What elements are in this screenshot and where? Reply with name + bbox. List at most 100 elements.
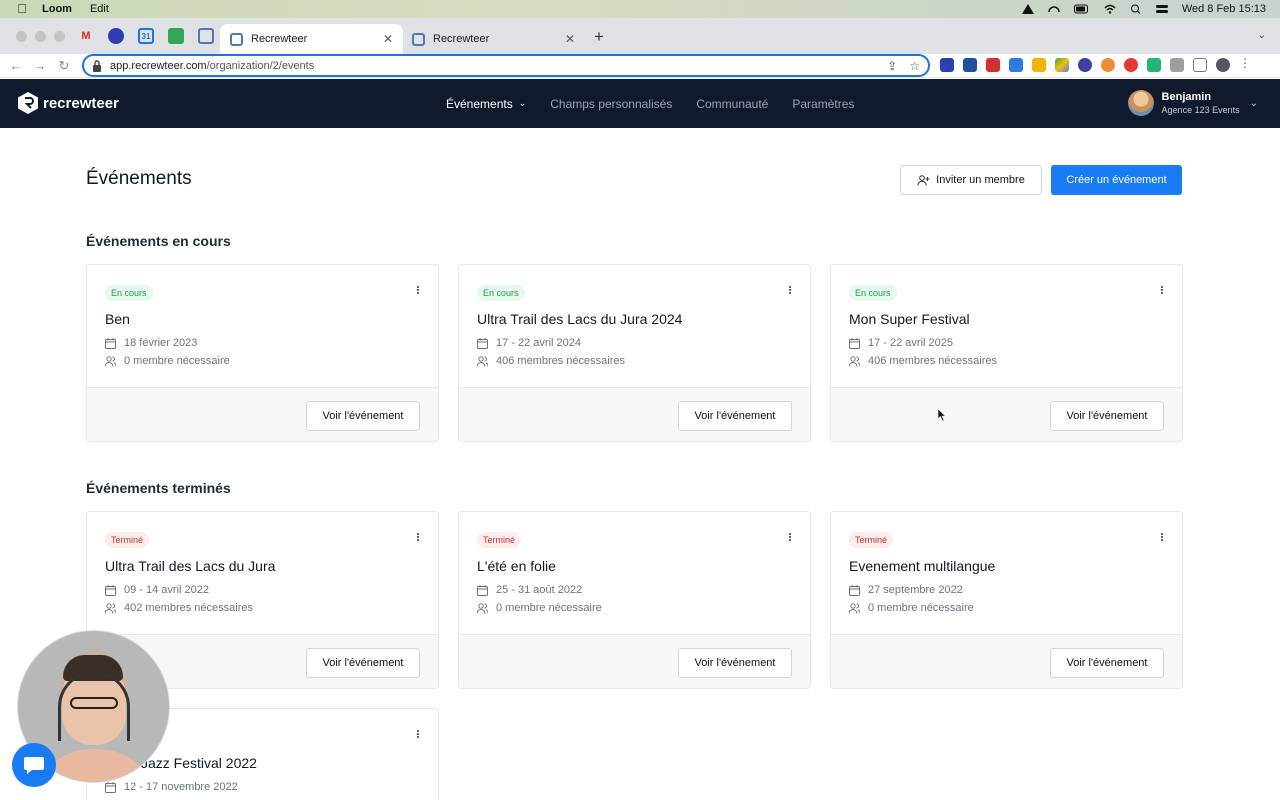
new-tab-button[interactable]: +	[594, 28, 604, 45]
event-members: 0 membre nécessaire	[849, 602, 974, 614]
event-members-text: 0 membre nécessaire	[868, 602, 974, 614]
menubar-edit[interactable]: Edit	[90, 3, 109, 15]
battery-icon[interactable]	[1073, 4, 1090, 14]
profile-avatar-icon[interactable]	[1216, 58, 1230, 72]
view-event-button[interactable]: Voir l'événement	[1050, 648, 1164, 678]
menubar-clock[interactable]: Wed 8 Feb 15:13	[1182, 3, 1266, 15]
close-tab-icon[interactable]: ✕	[565, 32, 575, 46]
more-options-icon[interactable]	[1160, 532, 1164, 542]
ongoing-events-heading: Événements en cours	[86, 233, 231, 249]
nav-custom-fields[interactable]: Champs personnalisés	[550, 97, 672, 111]
pinned-globe-icon[interactable]	[108, 28, 124, 44]
reload-icon[interactable]: ↻	[52, 58, 76, 74]
recrewteer-favicon	[230, 32, 243, 46]
menubar-app-name[interactable]: Loom	[42, 3, 72, 15]
view-event-button[interactable]: Voir l'événement	[678, 401, 792, 431]
bookmark-star-icon[interactable]: ☆	[909, 59, 920, 73]
app-header: recrewteer Événements ⌄ Champs personnali…	[0, 79, 1280, 128]
status-badge: Terminé	[105, 532, 150, 548]
event-dates: 12 - 17 novembre 2022	[105, 781, 238, 793]
chat-support-button[interactable]	[12, 743, 56, 787]
search-icon[interactable]	[1130, 4, 1142, 14]
minimize-window-button[interactable]	[35, 31, 46, 42]
tab-search-chevron-icon[interactable]: ⌄	[1258, 30, 1266, 41]
forward-icon[interactable]: →	[28, 58, 52, 73]
meet-icon[interactable]	[168, 28, 184, 44]
event-dates: 09 - 14 avril 2022	[105, 584, 209, 596]
event-name: Jazz Festival 2022	[141, 755, 257, 771]
more-options-icon[interactable]	[1160, 285, 1164, 295]
nav-community[interactable]: Communauté	[696, 97, 768, 111]
tab-recrewteer[interactable]: Recrewteer ✕	[402, 24, 585, 54]
more-options-icon[interactable]	[416, 729, 420, 739]
share-icon[interactable]: ⇪	[887, 59, 897, 73]
url-path: /organization/2/events	[206, 59, 315, 72]
extensions-puzzle-icon[interactable]	[1170, 58, 1184, 72]
side-panel-icon[interactable]	[1193, 58, 1207, 72]
extension-icon[interactable]	[986, 58, 1000, 72]
tab-recrewteer-active[interactable]: Recrewteer ✕	[220, 24, 403, 54]
event-members: 406 membres nécessaires	[477, 355, 625, 367]
view-event-button[interactable]: Voir l'événement	[306, 648, 420, 678]
gmail-icon[interactable]: M	[78, 28, 94, 44]
users-icon	[849, 355, 860, 367]
view-event-button[interactable]: Voir l'événement	[306, 401, 420, 431]
nav-events[interactable]: Événements ⌄	[446, 97, 526, 111]
more-options-icon[interactable]	[788, 532, 792, 542]
pinned-tabs: M 31	[78, 28, 214, 44]
view-event-button[interactable]: Voir l'événement	[678, 648, 792, 678]
more-options-icon[interactable]	[788, 285, 792, 295]
user-menu[interactable]: Benjamin Agence 123 Events ⌄	[1127, 90, 1258, 116]
event-dates-text: 27 septembre 2022	[868, 584, 963, 596]
close-window-button[interactable]	[16, 31, 27, 42]
extension-icon[interactable]	[963, 58, 977, 72]
wifi-icon[interactable]	[1104, 4, 1116, 14]
extension-icon[interactable]	[1032, 58, 1046, 72]
calendar-icon[interactable]: 31	[138, 28, 154, 44]
event-name: Ultra Trail des Lacs du Jura	[105, 558, 276, 574]
brand-name: recrewteer	[43, 94, 119, 112]
calendar-icon	[477, 337, 488, 349]
invite-member-button[interactable]: Inviter un membre	[900, 165, 1042, 195]
create-event-button[interactable]: Créer un événement	[1051, 165, 1182, 195]
more-options-icon[interactable]	[416, 285, 420, 295]
event-dates-text: 17 - 22 avril 2024	[496, 337, 581, 349]
recrewteer-pinned-icon[interactable]	[198, 28, 214, 44]
url-host: app.recrewteer.com	[110, 59, 207, 72]
drive-extension-icon[interactable]	[1055, 58, 1069, 72]
page-title: Événements	[86, 168, 192, 189]
more-options-icon[interactable]	[416, 532, 420, 542]
extension-icon[interactable]	[1124, 58, 1138, 72]
extension-icon[interactable]	[1009, 58, 1023, 72]
close-tab-icon[interactable]: ✕	[383, 32, 393, 46]
users-icon	[477, 602, 488, 614]
users-icon	[105, 355, 116, 367]
event-name: Ben	[105, 311, 130, 327]
zoom-window-button[interactable]	[54, 31, 65, 42]
apple-icon[interactable]: 	[14, 1, 30, 17]
view-event-button[interactable]: Voir l'événement	[1050, 401, 1164, 431]
menubar-status-area: Wed 8 Feb 15:13	[1021, 0, 1266, 18]
extension-icon[interactable]	[1101, 58, 1115, 72]
extension-icon[interactable]	[940, 58, 954, 72]
brand-logo[interactable]: recrewteer	[18, 92, 119, 114]
lock-icon[interactable]	[92, 59, 102, 72]
chevron-down-icon: ⌄	[1249, 97, 1258, 109]
event-dates-text: 12 - 17 novembre 2022	[124, 781, 238, 793]
extension-icon[interactable]	[1078, 58, 1092, 72]
drive-icon[interactable]	[1021, 4, 1034, 14]
invite-member-label: Inviter un membre	[936, 174, 1025, 186]
control-center-icon[interactable]	[1155, 4, 1168, 14]
mouse-cursor-icon	[938, 409, 946, 421]
chevron-down-icon: ⌄	[518, 98, 527, 108]
event-dates: 17 - 22 avril 2025	[849, 337, 953, 349]
users-icon	[849, 602, 860, 614]
headphones-icon[interactable]	[1048, 4, 1060, 14]
extension-icon[interactable]	[1147, 58, 1161, 72]
back-icon[interactable]: ←	[4, 58, 28, 73]
event-name: Mon Super Festival	[849, 311, 970, 327]
nav-settings[interactable]: Paramètres	[792, 97, 854, 111]
address-bar[interactable]: app.recrewteer.com/organization/2/events…	[82, 54, 930, 77]
browser-menu-icon[interactable]: ⋮	[1239, 57, 1251, 72]
users-icon	[105, 602, 116, 614]
